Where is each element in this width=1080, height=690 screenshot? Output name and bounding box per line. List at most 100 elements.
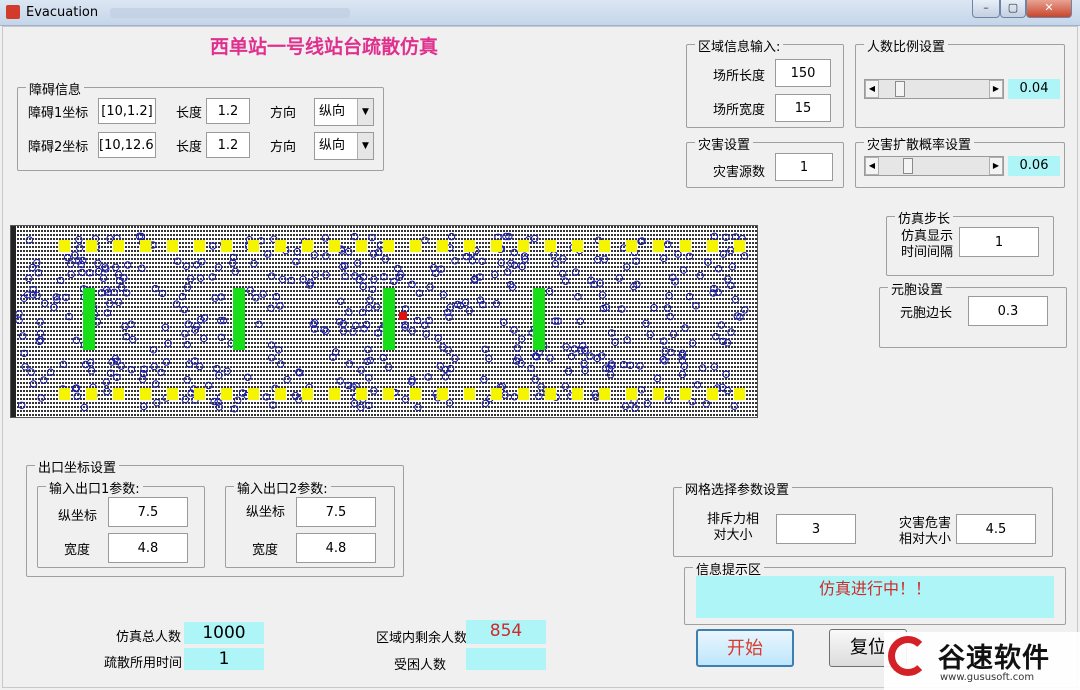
chevron-left-icon[interactable]: ◀ xyxy=(865,80,879,98)
exit-group-title: 出口坐标设置 xyxy=(35,457,120,476)
exit-cell-bottom xyxy=(491,388,502,400)
exit-cell-top xyxy=(518,240,529,252)
total-value: 1000 xyxy=(184,622,264,644)
exit-cell-top xyxy=(491,240,502,252)
obstacle2-dir-value: 纵向 xyxy=(319,138,346,153)
exit1-y-input[interactable] xyxy=(108,497,188,527)
logo-url: www.gususoft.com xyxy=(940,672,1035,683)
exit-cell-bottom xyxy=(356,388,367,400)
exit-cell-top xyxy=(86,240,97,252)
repulse-input[interactable] xyxy=(776,514,856,544)
logo-icon xyxy=(888,636,928,676)
obstacle-pillar xyxy=(83,288,95,350)
info-message: 仿真进行中！！ xyxy=(696,576,1054,618)
exit-cell-bottom xyxy=(221,388,232,400)
exit-cell-bottom xyxy=(329,388,340,400)
blurred-title-text xyxy=(110,8,350,18)
exit-cell-bottom xyxy=(599,388,610,400)
exit-cell-bottom xyxy=(734,388,745,400)
disaster-group-title: 灾害设置 xyxy=(695,134,754,153)
step-group: 仿真步长 仿真显示 时间间隔 xyxy=(886,208,1054,276)
close-button[interactable]: ✕ xyxy=(1026,0,1072,18)
ratio-slider-thumb[interactable] xyxy=(895,81,906,97)
matlab-app-icon xyxy=(6,5,20,19)
obstacle2-coord-input[interactable] xyxy=(98,132,156,158)
trapped-value xyxy=(466,648,546,670)
area-length-label: 场所长度 xyxy=(713,69,766,84)
disaster-source-label: 灾害源数 xyxy=(713,165,766,180)
disaster-source-input[interactable] xyxy=(775,153,833,181)
exit-cell-top xyxy=(464,240,475,252)
obstacle1-length-input[interactable] xyxy=(206,98,250,124)
chevron-left-icon[interactable]: ◀ xyxy=(865,157,879,175)
obstacle1-coord-input[interactable] xyxy=(98,98,156,124)
cell-input[interactable] xyxy=(968,296,1048,326)
obstacle2-dir-select[interactable]: 纵向 ▼ xyxy=(314,132,374,160)
exit2-y-label: 纵坐标 xyxy=(246,505,286,520)
exit-cell-bottom xyxy=(167,388,178,400)
chevron-down-icon[interactable]: ▼ xyxy=(357,133,373,159)
exit2-group-title: 输入出口2参数: xyxy=(234,478,331,497)
simulation-grid xyxy=(10,225,758,418)
hazard-input[interactable] xyxy=(956,514,1036,544)
chevron-right-icon[interactable]: ▶ xyxy=(989,80,1003,98)
obstacle2-coord-label: 障碍2坐标 xyxy=(28,140,89,155)
repulse-label-line2: 对大小 xyxy=(713,528,753,543)
start-button[interactable]: 开始 xyxy=(696,629,794,667)
exit-cell-bottom xyxy=(707,388,718,400)
step-group-title: 仿真步长 xyxy=(895,208,954,227)
total-label: 仿真总人数 xyxy=(116,630,182,645)
exit-cell-top xyxy=(113,240,124,252)
logo-text: 谷速软件 xyxy=(938,643,1050,674)
exit-cell-top xyxy=(275,240,286,252)
exit-cell-bottom xyxy=(113,388,124,400)
step-input[interactable] xyxy=(959,227,1039,257)
ratio-group-title: 人数比例设置 xyxy=(864,36,949,55)
exit1-group: 输入出口1参数: 纵坐标 宽度 xyxy=(37,478,205,568)
obstacle1-dir-value: 纵向 xyxy=(319,104,346,119)
exit1-w-input[interactable] xyxy=(108,533,188,563)
ratio-value: 0.04 xyxy=(1008,79,1060,99)
cell-group: 元胞设置 元胞边长 xyxy=(879,279,1067,348)
obstacle2-length-label: 长度 xyxy=(176,140,203,155)
minimize-button[interactable]: – xyxy=(972,0,1000,18)
fire-source xyxy=(399,312,407,320)
time-label: 疏散所用时间 xyxy=(104,656,183,671)
exit-cell-top xyxy=(167,240,178,252)
chevron-down-icon[interactable]: ▼ xyxy=(357,99,373,125)
chevron-right-icon[interactable]: ▶ xyxy=(989,157,1003,175)
exit-cell-top xyxy=(626,240,637,252)
exit-cell-top xyxy=(410,240,421,252)
spread-group-title: 灾害扩散概率设置 xyxy=(864,134,975,153)
area-length-input[interactable] xyxy=(775,59,831,87)
remaining-value: 854 xyxy=(466,620,546,644)
obstacle1-dir-select[interactable]: 纵向 ▼ xyxy=(314,98,374,126)
exit-cell-bottom xyxy=(248,388,259,400)
exit1-w-label: 宽度 xyxy=(64,543,91,558)
exit-cell-bottom xyxy=(275,388,286,400)
exit1-y-label: 纵坐标 xyxy=(58,509,98,524)
obstacle-group-title: 障碍信息 xyxy=(26,79,85,98)
area-width-input[interactable] xyxy=(775,94,831,122)
hazard-label: 灾害危害 相对大小 xyxy=(890,516,960,548)
exit-cell-top xyxy=(383,240,394,252)
exit2-y-input[interactable] xyxy=(296,497,376,527)
area-group: 区域信息输入: 场所长度 场所宽度 xyxy=(686,36,844,128)
ratio-group: 人数比例设置 ◀ ▶ 0.04 xyxy=(855,36,1065,128)
exit-cell-bottom xyxy=(572,388,583,400)
exit-cell-bottom xyxy=(680,388,691,400)
maximize-button[interactable]: ▢ xyxy=(1000,0,1026,18)
step-label: 仿真显示 时间间隔 xyxy=(895,229,959,261)
exit-cell-bottom xyxy=(545,388,556,400)
exit2-w-input[interactable] xyxy=(296,533,376,563)
spread-slider[interactable]: ◀ ▶ xyxy=(864,156,1004,176)
exit-cell-bottom xyxy=(383,388,394,400)
area-width-label: 场所宽度 xyxy=(713,103,766,118)
ratio-slider[interactable]: ◀ ▶ xyxy=(864,79,1004,99)
obstacle2-length-input[interactable] xyxy=(206,132,250,158)
exit-cell-top xyxy=(140,240,151,252)
exit2-w-label: 宽度 xyxy=(252,543,279,558)
spread-slider-thumb[interactable] xyxy=(903,158,914,174)
exit-cell-top xyxy=(653,240,664,252)
exit-cell-top xyxy=(599,240,610,252)
